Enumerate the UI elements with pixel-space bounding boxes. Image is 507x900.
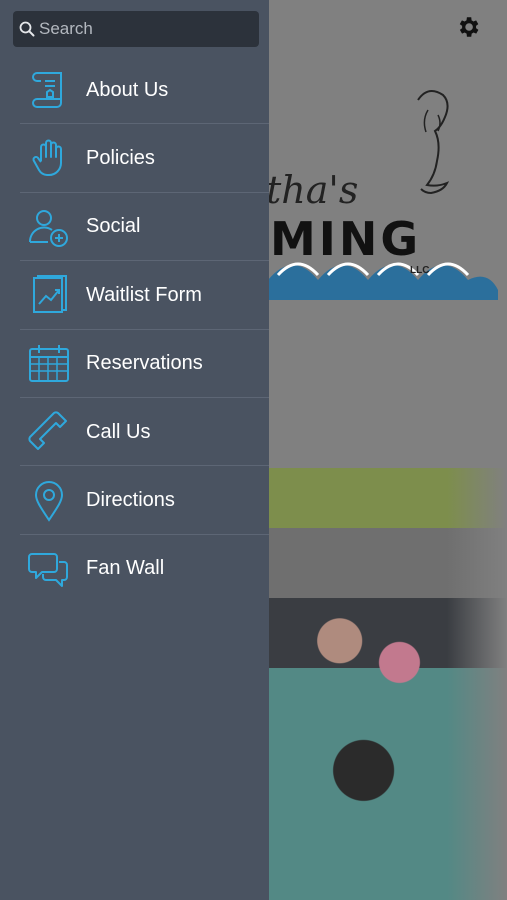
logo-llc-text: LLC [410, 265, 430, 276]
menu-label-reservations: Reservations [86, 352, 203, 375]
menu-label-social: Social [86, 215, 141, 238]
menu-item-reservations[interactable]: Reservations [0, 330, 269, 399]
chat-bubbles-icon [28, 548, 70, 590]
calendar-icon [28, 343, 70, 385]
add-user-icon [28, 206, 70, 248]
scroll-icon [28, 69, 70, 111]
menu-item-waitlist-form[interactable]: Waitlist Form [0, 261, 269, 330]
menu-label-call-us: Call Us [86, 420, 151, 443]
menu-item-policies[interactable]: Policies [0, 124, 269, 194]
menu-label-policies: Policies [86, 147, 155, 170]
search-placeholder: Search [39, 19, 93, 38]
logo-word-text: MING [270, 212, 422, 266]
menu-label-waitlist-form: Waitlist Form [86, 283, 202, 306]
location-pin-icon [28, 480, 70, 522]
gear-icon [459, 17, 479, 37]
menu-item-about-us[interactable]: About Us [0, 56, 269, 125]
menu-item-call-us[interactable]: Call Us [0, 398, 269, 467]
phone-icon [28, 411, 70, 453]
menu-item-fan-wall[interactable]: Fan Wall [0, 535, 269, 603]
logo-script-text: tha's [266, 168, 359, 212]
menu-label-fan-wall: Fan Wall [86, 557, 165, 580]
menu-list: About Us Policies Social Waitlist Form R… [0, 56, 269, 603]
hand-icon [28, 138, 70, 180]
menu-label-about-us: About Us [86, 78, 169, 101]
search-input[interactable]: Search [13, 11, 259, 47]
menu-label-directions: Directions [86, 489, 175, 512]
menu-item-directions[interactable]: Directions [0, 466, 269, 536]
business-logo: tha's MING LLC [266, 70, 507, 340]
search-icon [19, 21, 35, 37]
navigation-drawer: Search About Us Policies Social Waitlist… [0, 0, 269, 900]
chart-document-icon [28, 274, 70, 316]
menu-item-social[interactable]: Social [0, 193, 269, 262]
photo-edge-fade [447, 468, 507, 900]
settings-button[interactable] [451, 10, 485, 44]
